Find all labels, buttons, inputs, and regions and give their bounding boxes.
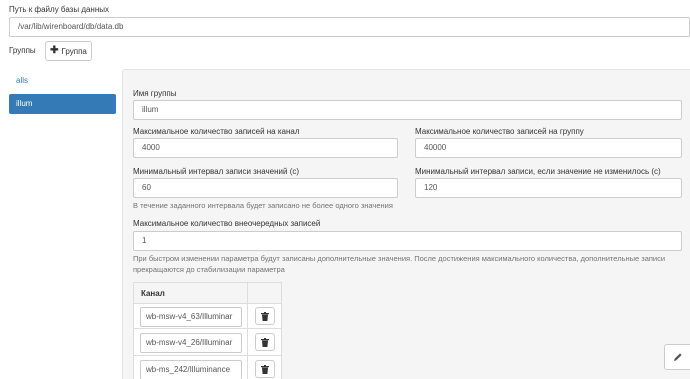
- delete-channel-button-2[interactable]: [255, 333, 275, 351]
- trash-icon: [261, 337, 269, 347]
- min-interval-input[interactable]: 60: [133, 178, 398, 198]
- group-name-label: Имя группы: [133, 89, 177, 98]
- channels-header: Канал: [141, 289, 165, 298]
- max-extra-help: При быстром изменении параметра будут за…: [133, 254, 666, 274]
- channel-input-3[interactable]: wb-ms_242/Illuminance: [140, 360, 242, 379]
- add-group-button[interactable]: ✚ Группа: [45, 41, 92, 61]
- channel-input-1[interactable]: wb-msw-v4_63/Illuminar: [140, 307, 242, 327]
- min-interval-unchanged-input[interactable]: 120: [415, 178, 682, 198]
- max-extra-input[interactable]: 1: [133, 231, 682, 251]
- trash-icon: [261, 364, 269, 374]
- delete-channel-button-3[interactable]: [255, 360, 275, 378]
- add-group-label: Группа: [61, 46, 87, 56]
- plus-icon: ✚: [50, 45, 59, 56]
- trash-icon: [261, 311, 269, 321]
- pencil-icon: [673, 353, 682, 361]
- db-path-input[interactable]: /var/lib/wirenboard/db/data.db: [9, 17, 690, 37]
- min-interval-label: Минимальный интервал записи значений (с): [133, 167, 300, 176]
- edit-button[interactable]: [664, 344, 690, 370]
- max-records-group-label: Максимальное количество записей на групп…: [415, 127, 584, 136]
- sidebar-item-alls[interactable]: alls: [9, 71, 116, 91]
- min-interval-help: В течение заданного интервала будет запи…: [133, 201, 393, 210]
- min-interval-unchanged-label: Минимальный интервал записи, если значен…: [415, 167, 661, 176]
- max-records-group-input[interactable]: 40000: [415, 138, 682, 158]
- channel-input-2[interactable]: wb-msw-v4_26/Illuminar: [140, 333, 242, 353]
- group-name-input[interactable]: illum: [133, 100, 682, 120]
- max-records-channel-label: Максимальное количество записей на канал: [133, 127, 300, 136]
- max-records-channel-input[interactable]: 4000: [133, 138, 398, 158]
- groups-label: Группы: [9, 46, 36, 55]
- sidebar-item-illum[interactable]: illum: [9, 94, 116, 114]
- db-path-label: Путь к файлу базы данных: [9, 5, 110, 14]
- channels-header-actions-cell: [247, 282, 282, 304]
- channels-header-cell: Канал: [133, 282, 248, 304]
- max-extra-label: Максимальное количество внеочередных зап…: [133, 219, 321, 228]
- delete-channel-button-1[interactable]: [255, 307, 275, 325]
